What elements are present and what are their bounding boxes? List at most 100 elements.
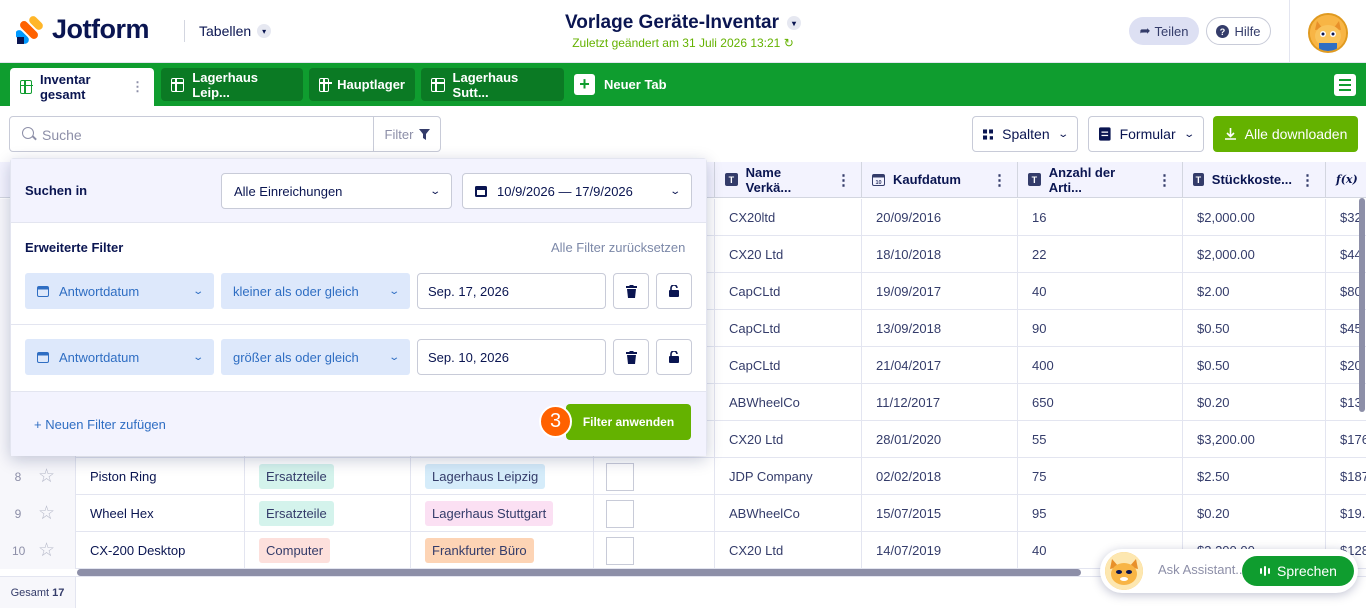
cell-vendor[interactable]: CX20 Ltd — [715, 236, 862, 273]
cell-cost[interactable]: $0.50 — [1183, 347, 1326, 384]
tab-hauptlager[interactable]: Hauptlager — [309, 68, 415, 101]
filter-1-operator-select[interactable]: kleiner als oder gleich ⌄ — [221, 273, 410, 309]
cell-vendor[interactable]: CX20ltd — [715, 199, 862, 236]
cell-cost[interactable]: $2.50 — [1183, 458, 1326, 495]
cell-qty[interactable]: 95 — [1018, 495, 1183, 532]
filter-2-delete-button[interactable] — [613, 339, 649, 375]
new-tab-button[interactable]: + Neuer Tab — [574, 74, 667, 95]
tab-lagerhaus-stuttgart[interactable]: Lagerhaus Sutt... — [421, 68, 564, 101]
cell-date[interactable]: 02/02/2018 — [862, 458, 1018, 495]
filter-1-lock-button[interactable] — [656, 273, 692, 309]
filter-button[interactable]: Filter — [373, 117, 441, 151]
cell-vendor[interactable]: CapCLtd — [715, 273, 862, 310]
cell-date[interactable]: 20/09/2016 — [862, 199, 1018, 236]
filter-1-delete-button[interactable] — [613, 273, 649, 309]
cell-cost[interactable]: $0.20 — [1183, 384, 1326, 421]
cell-qty[interactable]: 400 — [1018, 347, 1183, 384]
column-header-unit-cost[interactable]: T Stückkoste... ⋮ — [1183, 162, 1326, 198]
cell-date[interactable]: 28/01/2020 — [862, 421, 1018, 458]
download-all-button[interactable]: Alle downloaden — [1213, 116, 1358, 152]
cell-qty[interactable]: 650 — [1018, 384, 1183, 421]
cell-image[interactable] — [594, 495, 715, 532]
search-in-select[interactable]: Alle Einreichungen ⌄ — [221, 173, 452, 209]
cell-cost[interactable]: $2.00 — [1183, 273, 1326, 310]
filter-1-value-input[interactable]: Sep. 17, 2026 — [417, 273, 606, 309]
column-header-total[interactable]: f(x) G — [1326, 162, 1366, 198]
cell-qty[interactable]: 55 — [1018, 421, 1183, 458]
menu-button[interactable] — [1334, 74, 1356, 96]
more-vertical-icon[interactable]: ⋮ — [131, 79, 144, 95]
date-range-select[interactable]: 10/9/2026 — 17/9/2026 ⌄ — [462, 173, 692, 209]
cell-qty[interactable]: 22 — [1018, 236, 1183, 273]
ask-assistant-widget[interactable]: Ask Assistant... Sprechen — [1100, 549, 1358, 593]
star-icon[interactable]: ☆ — [38, 539, 55, 562]
columns-button[interactable]: Spalten ⌄ — [972, 116, 1078, 152]
cell-cost[interactable]: $0.20 — [1183, 495, 1326, 532]
cell-vendor[interactable]: ABWheelCo — [715, 384, 862, 421]
cell-cost[interactable]: $0.50 — [1183, 310, 1326, 347]
cell-date[interactable]: 11/12/2017 — [862, 384, 1018, 421]
column-header-purchase-date[interactable]: 10 Kaufdatum ⋮ — [862, 162, 1018, 198]
cell-total[interactable]: $176 — [1326, 421, 1366, 458]
cell-vendor[interactable]: CX20 Ltd — [715, 421, 862, 458]
cell-date[interactable]: 14/07/2019 — [862, 532, 1018, 569]
tab-lagerhaus-leipzig[interactable]: Lagerhaus Leip... — [161, 68, 303, 101]
cell-cost[interactable]: $3,200.00 — [1183, 421, 1326, 458]
cell-date[interactable]: 13/09/2018 — [862, 310, 1018, 347]
cell-vendor[interactable]: JDP Company — [715, 458, 862, 495]
reset-filters-link[interactable]: Alle Filter zurücksetzen — [551, 240, 685, 255]
cell-date[interactable]: 15/07/2015 — [862, 495, 1018, 532]
cell-vendor[interactable]: CapCLtd — [715, 310, 862, 347]
cell-location[interactable]: Frankfurter Büro — [411, 532, 594, 569]
star-icon[interactable]: ☆ — [38, 502, 55, 525]
search-input[interactable]: Suche — [42, 127, 82, 143]
more-vertical-icon[interactable]: ⋮ — [992, 171, 1007, 189]
cell-qty[interactable]: 90 — [1018, 310, 1183, 347]
cell-location[interactable]: Lagerhaus Leipzig — [411, 458, 594, 495]
column-header-quantity[interactable]: T Anzahl der Arti... ⋮ — [1018, 162, 1183, 198]
cell-cost[interactable]: $2,000.00 — [1183, 199, 1326, 236]
cell-date[interactable]: 21/04/2017 — [862, 347, 1018, 384]
table-row[interactable]: 8☆Piston RingErsatzteileLagerhaus Leipzi… — [0, 458, 1366, 495]
speak-button[interactable]: Sprechen — [1242, 556, 1354, 586]
cell-vendor[interactable]: CX20 Ltd — [715, 532, 862, 569]
cell-qty[interactable]: 40 — [1018, 273, 1183, 310]
cell-image[interactable] — [594, 532, 715, 569]
page-title[interactable]: Vorlage Geräte-Inventar ▾ — [565, 12, 801, 34]
cell-total[interactable]: $19. — [1326, 495, 1366, 532]
filter-1-field-select[interactable]: Antwortdatum ⌄ — [25, 273, 214, 309]
cell-category[interactable]: Ersatzteile — [245, 495, 411, 532]
cell-vendor[interactable]: ABWheelCo — [715, 495, 862, 532]
cell-qty[interactable]: 16 — [1018, 199, 1183, 236]
cell-date[interactable]: 19/09/2017 — [862, 273, 1018, 310]
filter-2-lock-button[interactable] — [656, 339, 692, 375]
add-filter-link[interactable]: + Neuen Filter zufügen — [34, 417, 166, 432]
cell-total[interactable]: $187 — [1326, 458, 1366, 495]
cell-item[interactable]: Piston Ring — [76, 458, 245, 495]
cell-item[interactable]: Wheel Hex — [76, 495, 245, 532]
vertical-scrollbar[interactable] — [1359, 198, 1365, 412]
filter-2-value-input[interactable]: Sep. 10, 2026 — [417, 339, 606, 375]
filter-2-operator-select[interactable]: größer als oder gleich ⌄ — [221, 339, 410, 375]
star-icon[interactable]: ☆ — [38, 465, 55, 488]
filter-2-field-select[interactable]: Antwortdatum ⌄ — [25, 339, 214, 375]
tab-inventar-gesamt[interactable]: Inventar gesamt ⋮ — [10, 68, 154, 106]
more-vertical-icon[interactable]: ⋮ — [1300, 171, 1315, 189]
apply-filter-button[interactable]: Filter anwenden — [566, 404, 691, 440]
cell-category[interactable]: Ersatzteile — [245, 458, 411, 495]
cell-qty[interactable]: 75 — [1018, 458, 1183, 495]
cell-location[interactable]: Lagerhaus Stuttgart — [411, 495, 594, 532]
share-button[interactable]: ➦ Teilen — [1129, 17, 1199, 45]
table-row[interactable]: 9☆Wheel HexErsatzteileLagerhaus Stuttgar… — [0, 495, 1366, 532]
cell-item[interactable]: CX-200 Desktop — [76, 532, 245, 569]
column-header-vendor[interactable]: T Name Verkä... ⋮ — [715, 162, 862, 198]
cell-vendor[interactable]: CapCLtd — [715, 347, 862, 384]
cell-image[interactable] — [594, 458, 715, 495]
more-vertical-icon[interactable]: ⋮ — [836, 171, 851, 189]
help-button[interactable]: ? Hilfe — [1206, 17, 1271, 45]
horizontal-scrollbar[interactable] — [77, 569, 1081, 576]
more-vertical-icon[interactable]: ⋮ — [1157, 171, 1172, 189]
cell-cost[interactable]: $2,000.00 — [1183, 236, 1326, 273]
cell-category[interactable]: Computer — [245, 532, 411, 569]
cell-date[interactable]: 18/10/2018 — [862, 236, 1018, 273]
